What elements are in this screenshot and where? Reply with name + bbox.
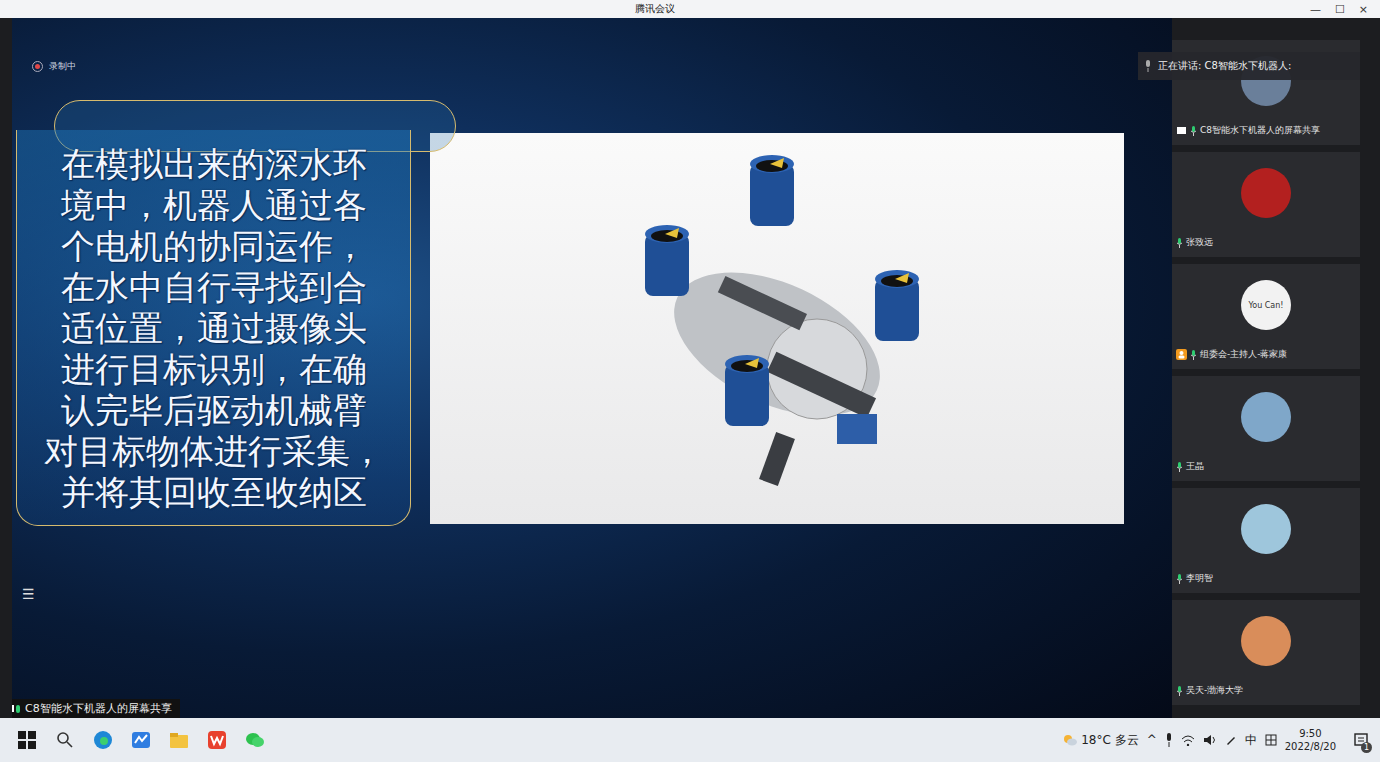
person-icon <box>1177 350 1186 359</box>
input-method-button[interactable]: 中 <box>1245 732 1257 749</box>
participant-label: 组委会-主持人-蒋家康 <box>1176 348 1288 361</box>
screen-share-icon <box>1176 126 1187 136</box>
participant-tile[interactable]: 吴天-渤海大学 <box>1172 600 1360 705</box>
scroll-text-panel: 在模拟出来的深水环境中，机器人通过各个电机的协同运作，在水中自行寻找到合适位置，… <box>16 130 411 526</box>
participant-avatar <box>1241 168 1291 218</box>
window-controls: — ☐ × <box>1310 3 1380 16</box>
pen-icon[interactable] <box>1225 734 1237 746</box>
menu-icon[interactable]: ☰ <box>22 586 35 602</box>
tray-expand-button[interactable]: ^ <box>1147 733 1157 747</box>
notification-button[interactable]: 1 <box>1350 729 1372 751</box>
weather-widget[interactable]: 18°C 多云 <box>1063 732 1138 749</box>
participant-name: 李明智 <box>1186 572 1213 585</box>
share-label-text: C8智能水下机器人的屏幕共享 <box>25 701 172 716</box>
weather-icon <box>1063 734 1077 746</box>
participant-tile[interactable]: 王晶 <box>1172 376 1360 481</box>
slide-text-line: 认完毕后驱动机械臂 <box>61 390 367 431</box>
window-title: 腾讯会议 <box>0 2 1310 16</box>
recording-indicator: 录制中 <box>32 60 76 73</box>
slide-text-line: 并将其回收至收纳区 <box>61 472 367 513</box>
title-bar: 腾讯会议— ☐ × <box>0 0 1380 18</box>
participant-tile[interactable]: 张致远 <box>1172 152 1360 257</box>
window-control-button[interactable]: ☐ <box>1335 3 1345 16</box>
taskbar-app-button[interactable] <box>54 729 76 751</box>
share-label: C8智能水下机器人的屏幕共享 <box>12 699 180 718</box>
recording-label: 录制中 <box>49 60 76 73</box>
taskbar-app-button[interactable] <box>92 729 114 751</box>
participant-list: C8智能水下机器人的屏幕共享张致远 You Can! 组委会-主持人-蒋家康王晶李明… <box>1172 18 1360 718</box>
text-scroll: 在模拟出来的深水环境中，机器人通过各个电机的协同运作，在水中自行寻找到合适位置，… <box>14 100 414 526</box>
system-tray: 18°C 多云 ^ 中 9:502022/8/20 1 <box>1063 727 1372 753</box>
network-icon[interactable] <box>1181 734 1195 746</box>
taskbar-app-button[interactable] <box>168 729 190 751</box>
robot-icon <box>567 144 987 514</box>
notification-count: 1 <box>1361 742 1372 753</box>
shared-screen: 录制中在模拟出来的深水环境中，机器人通过各个电机的协同运作，在水中自行寻找到合适… <box>12 18 1172 718</box>
screen-share-icon <box>12 704 22 714</box>
window-control-button[interactable]: — <box>1310 3 1321 16</box>
speaking-indicator: 正在讲话: C8智能水下机器人: <box>1138 52 1360 80</box>
avatar-text: You Can! <box>1248 301 1283 310</box>
participant-avatar <box>1241 392 1291 442</box>
microphone-icon <box>1190 350 1197 360</box>
edge-browser-icon <box>92 729 114 751</box>
participant-label: C8智能水下机器人的屏幕共享 <box>1176 124 1320 137</box>
weather-text: 18°C 多云 <box>1081 732 1138 749</box>
wps-office-icon <box>206 729 228 751</box>
taskbar-apps <box>8 729 266 751</box>
window-control-button[interactable]: × <box>1359 3 1368 16</box>
microphone-icon[interactable] <box>1165 733 1173 747</box>
participant-label: 李明智 <box>1176 572 1213 585</box>
participant-tile[interactable]: You Can! 组委会-主持人-蒋家康 <box>1172 264 1360 369</box>
slide-text-line: 在模拟出来的深水环 <box>61 144 367 185</box>
windows-start-icon <box>16 729 38 751</box>
clock[interactable]: 9:502022/8/20 <box>1285 727 1336 753</box>
taskbar-app-button[interactable] <box>244 729 266 751</box>
participant-name: 王晶 <box>1186 460 1204 473</box>
microphone-icon <box>1176 238 1183 248</box>
keyboard-layout-icon[interactable] <box>1265 734 1277 746</box>
taskbar-app-button[interactable] <box>130 729 152 751</box>
participant-avatar: You Can! <box>1241 280 1291 330</box>
slide-text-line: 在水中自行寻找到合 <box>61 267 367 308</box>
recording-icon <box>32 61 43 72</box>
participant-name: 吴天-渤海大学 <box>1186 684 1243 697</box>
search-icon <box>54 729 76 751</box>
wechat-icon <box>244 729 266 751</box>
participant-name: C8智能水下机器人的屏幕共享 <box>1200 124 1320 137</box>
participant-label: 张致远 <box>1176 236 1213 249</box>
participant-avatar <box>1241 504 1291 554</box>
participant-label: 吴天-渤海大学 <box>1176 684 1243 697</box>
slide: 在模拟出来的深水环境中，机器人通过各个电机的协同运作，在水中自行寻找到合适位置，… <box>12 18 1172 526</box>
taskbar-app-button[interactable] <box>206 729 228 751</box>
taskbar-app-button[interactable] <box>16 729 38 751</box>
clock-time: 9:50 <box>1299 727 1321 740</box>
participant-name: 组委会-主持人-蒋家康 <box>1200 348 1288 361</box>
meeting-area: 录制中在模拟出来的深水环境中，机器人通过各个电机的协同运作，在水中自行寻找到合适… <box>0 18 1380 718</box>
taskbar: 18°C 多云 ^ 中 9:502022/8/20 1 <box>0 718 1380 762</box>
microphone-icon <box>1190 126 1197 136</box>
host-icon <box>1176 349 1187 360</box>
participant-avatar <box>1241 616 1291 666</box>
clock-date: 2022/8/20 <box>1285 740 1336 753</box>
slide-text-line: 个电机的协同运作， <box>61 226 367 267</box>
slide-text-line: 适位置，通过摄像头 <box>61 308 367 349</box>
microphone-icon <box>1176 574 1183 584</box>
robot-render <box>430 133 1124 524</box>
microphone-icon <box>1144 60 1152 72</box>
participant-tile[interactable]: 李明智 <box>1172 488 1360 593</box>
speaking-text: 正在讲话: C8智能水下机器人: <box>1158 59 1291 73</box>
participant-name: 张致远 <box>1186 236 1213 249</box>
participant-label: 王晶 <box>1176 460 1204 473</box>
file-explorer-icon <box>168 729 190 751</box>
microphone-icon <box>1176 686 1183 696</box>
recording-dot <box>35 64 40 69</box>
meeting-app-icon <box>130 729 152 751</box>
slide-text-line: 进行目标识别，在确 <box>61 349 367 390</box>
slide-text-line: 境中，机器人通过各 <box>61 185 367 226</box>
volume-icon[interactable] <box>1203 734 1217 746</box>
slide-text-line: 对目标物体进行采集， <box>44 431 384 472</box>
microphone-icon <box>1176 462 1183 472</box>
